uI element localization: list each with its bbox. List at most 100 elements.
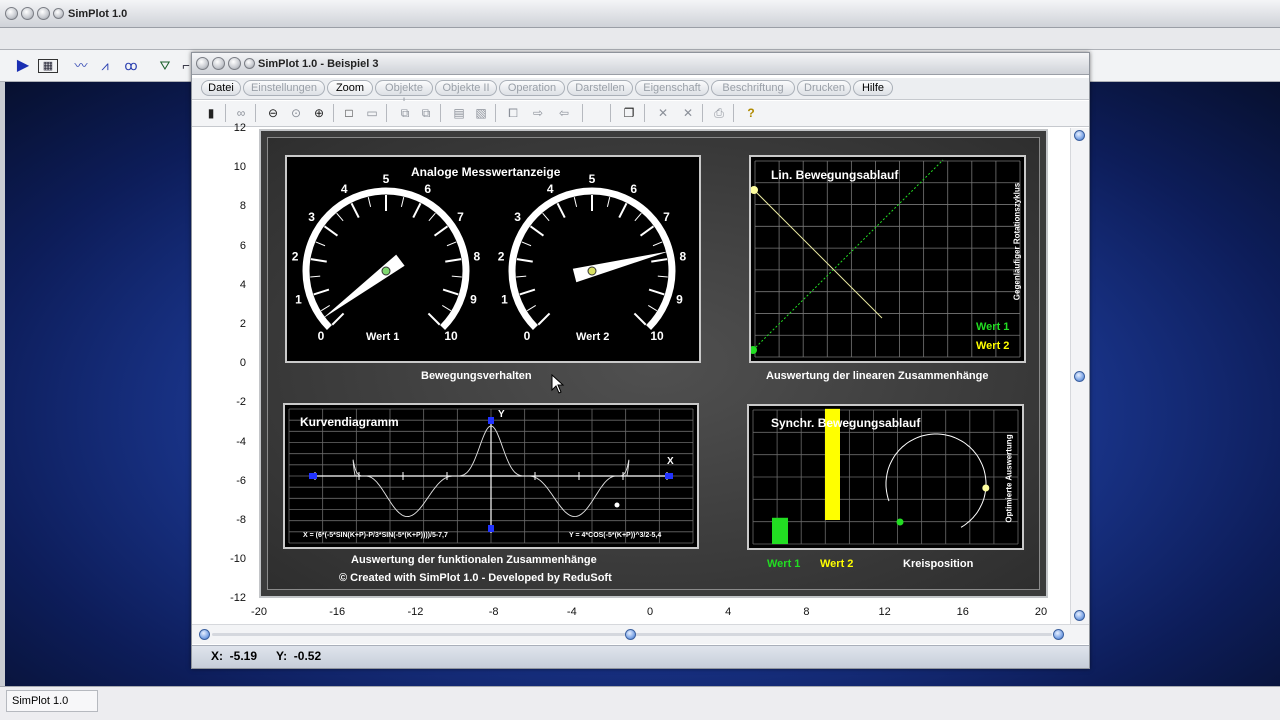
gauge-arc-2 (508, 187, 676, 331)
linear-panel: Lin. Bewegungsablauf Gegenläufiger Rotat… (749, 155, 1026, 363)
x-tick-label: 16 (956, 606, 969, 618)
gauge-tick-2 (537, 312, 551, 326)
gauge-tick-2 (618, 202, 628, 218)
linear-legend-1: Wert 1 (976, 321, 1010, 333)
y-tick-label: 4 (239, 278, 246, 291)
gauge-scale-label-2: 3 (514, 210, 521, 224)
scroll-thumb-horizontal[interactable] (625, 629, 636, 640)
scroll-thumb-vertical[interactable] (1074, 371, 1085, 382)
y-tick-label: 6 (239, 239, 246, 252)
y-tick-label: 0 (239, 357, 246, 370)
gauge-scale-label-2: 7 (663, 210, 670, 224)
gauge-scale-label-2: 10 (650, 329, 664, 343)
plot-area[interactable]: 12 10 8 6 4 2 0 -2 -4 -6 -8 -10 -12 -20 -16 -12 -8 -4 0 4 8… (192, 122, 1070, 624)
y-tick-label: -10 (230, 553, 246, 566)
doc-close-icon[interactable] (196, 57, 209, 70)
outer-close-icon[interactable] (5, 7, 18, 20)
line-chart-icon[interactable]: 〰 (72, 57, 90, 75)
gauge-tick-2 (521, 241, 532, 247)
xy-chart-icon[interactable]: ⩘ (96, 57, 114, 75)
gauge-graphic: 0 1 2 3 4 5 6 7 8 9 10 0 1 2 3 4 5 6 7 8 9 10 (292, 172, 687, 343)
outer-app-icon (53, 8, 64, 19)
menu-objekte-2[interactable]: Objekte II (435, 80, 497, 96)
doc-titlebar: SimPlot 1.0 - Beispiel 3 (192, 53, 1089, 75)
x-tick-label: -4 (566, 606, 577, 618)
outer-window-title: SimPlot 1.0 (68, 8, 128, 20)
gauge-scale-label-2: 5 (589, 172, 596, 186)
x-tick-label: 20 (1034, 606, 1048, 618)
menu-darstellen[interactable]: Darstellen (567, 80, 633, 96)
gauge-hub-1 (381, 266, 391, 276)
gauge-scale-label-2: 2 (498, 250, 505, 264)
scroll-left-button[interactable] (199, 629, 210, 640)
taskbar-item-simplot[interactable]: SimPlot 1.0 (6, 690, 98, 712)
outer-menubar (0, 28, 1280, 50)
gauge-scale-label-2: 9 (676, 292, 683, 306)
menu-zoom[interactable]: Zoom (327, 80, 373, 96)
gauge-scale-label-1: 1 (295, 292, 302, 306)
loop-chart-icon[interactable]: ꝏ (121, 57, 141, 75)
gauge-tick-1 (315, 241, 326, 247)
gauge-tick-2 (648, 305, 658, 312)
gauge-tick-1 (412, 202, 422, 218)
display-icon[interactable]: ▦ (38, 59, 58, 73)
gauge-title: Analoge Messwertanzeige (411, 165, 561, 179)
gauge-label-1: Wert 1 (366, 331, 400, 343)
doc-minimize-icon[interactable] (212, 57, 225, 70)
gauge-scale-label-1: 10 (444, 329, 458, 343)
gauge-tick-2 (573, 196, 578, 207)
filter-icon[interactable]: ⛛ (156, 57, 174, 75)
status-bar: X: -5.19 Y: -0.52 (192, 645, 1089, 668)
vertical-scrollbar[interactable] (1070, 128, 1089, 624)
menu-hilfe[interactable]: Hilfe (853, 80, 893, 96)
menu-einstellungen[interactable]: Einstellungen (243, 80, 325, 96)
menu-drucken[interactable]: Drucken (797, 80, 851, 96)
play-icon[interactable]: ▶ (14, 57, 32, 75)
gauge-tick-1 (427, 312, 441, 326)
workspace-left-border (0, 82, 5, 686)
gauge-scale-label-2: 6 (630, 182, 637, 196)
gauge-tick-2 (657, 275, 668, 278)
outer-minimize-icon[interactable] (21, 7, 34, 20)
x-tick-label: -20 (251, 606, 267, 618)
horizontal-scrollbar[interactable] (192, 624, 1089, 644)
gauge-scale-label-1: 6 (424, 182, 431, 196)
scroll-up-button[interactable] (1074, 130, 1085, 141)
gauge-tick-1 (428, 212, 436, 222)
menu-operation[interactable]: Operation (499, 80, 565, 96)
gauge-tick-2 (529, 225, 545, 237)
outer-maximize-icon[interactable] (37, 7, 50, 20)
gauge-label-2: Wert 2 (576, 331, 610, 343)
gauge-panel: 0 1 2 3 4 5 6 7 8 9 10 0 1 2 3 4 5 6 7 8 9 10 Analoge Messwer… (285, 155, 701, 363)
x-tick-label: -16 (329, 606, 346, 618)
y-tick-label: 12 (233, 122, 246, 134)
gauge-scale-label-1: 4 (341, 182, 348, 196)
device-icon[interactable]: ▮ (202, 104, 220, 122)
menu-objekte-1[interactable]: Objekte I (375, 80, 433, 108)
gauge-scale-label-1: 2 (292, 250, 299, 264)
gauge-needle-2 (572, 251, 670, 283)
gauge-tick-1 (445, 258, 462, 263)
gauge-tick-2 (633, 312, 647, 326)
gauge-tick-2 (652, 241, 663, 247)
gauge-caption: Bewegungsverhalten (421, 370, 532, 382)
doc-maximize-icon[interactable] (228, 57, 241, 70)
scroll-down-button[interactable] (1074, 610, 1085, 621)
curve-axis-marker (488, 525, 494, 532)
gauge-scale-label-2: 8 (680, 250, 687, 264)
glasses-icon[interactable]: ∞ (232, 104, 250, 122)
gauge-tick-1 (331, 312, 345, 326)
scroll-right-button[interactable] (1053, 629, 1064, 640)
menu-beschriftung[interactable]: Beschriftung (711, 80, 795, 96)
menu-eigenschaft[interactable]: Eigenschaft (635, 80, 709, 96)
x-tick-label: -12 (407, 606, 424, 618)
gauge-tick-1 (400, 196, 405, 207)
x-tick-label: -8 (488, 606, 499, 618)
gauge-tick-1 (442, 305, 452, 312)
gauge-tick-1 (336, 212, 344, 222)
gauge-needle-1 (322, 254, 405, 320)
gauge-scale-label-2: 1 (501, 292, 508, 306)
menu-datei[interactable]: Datei (201, 80, 241, 96)
gauge-tick-1 (433, 225, 449, 237)
curve-caption: Auswertung der funktionalen Zusammenhäng… (351, 554, 597, 566)
